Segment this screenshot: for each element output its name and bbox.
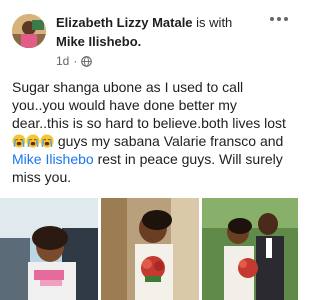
- loudly-crying-face-icon: [40, 134, 54, 148]
- post-timestamp[interactable]: 1d: [56, 54, 69, 68]
- loudly-crying-face-icon: [12, 134, 26, 148]
- post-meta: 1d ·: [56, 54, 93, 68]
- globe-icon: [81, 55, 93, 67]
- mention-link[interactable]: Mike Ilishebo: [12, 151, 94, 167]
- meta-separator: ·: [73, 54, 78, 68]
- more-dot: [270, 17, 274, 21]
- more-dot: [284, 17, 288, 21]
- author-name[interactable]: Elizabeth Lizzy Matale: [56, 15, 193, 30]
- with-text: is with: [196, 15, 233, 30]
- post-text-part2: guys my sabana Valarie fransco and: [54, 133, 284, 149]
- emoji-group: [12, 133, 54, 149]
- tagged-user[interactable]: Mike Ilishebo: [56, 34, 138, 49]
- photo-wedding-couple[interactable]: [202, 198, 298, 300]
- post-author-line: Elizabeth Lizzy Matale is with: [56, 14, 232, 31]
- post-text-part1: Sugar shanga ubone as I used to call you…: [12, 79, 286, 131]
- post-header: Elizabeth Lizzy Matale is with Mike Ilis…: [0, 0, 298, 76]
- photo-bride-with-bouquet[interactable]: [101, 198, 199, 300]
- tagged-line: Mike Ilishebo.: [56, 33, 141, 50]
- more-dot: [277, 17, 281, 21]
- photo-woman-smiling[interactable]: [0, 198, 98, 300]
- tagged-suffix: .: [137, 34, 142, 49]
- photo-grid: [0, 198, 298, 300]
- more-options-icon[interactable]: [270, 14, 290, 24]
- author-avatar[interactable]: [12, 14, 46, 48]
- post-text: Sugar shanga ubone as I used to call you…: [12, 78, 292, 186]
- loudly-crying-face-icon: [26, 134, 40, 148]
